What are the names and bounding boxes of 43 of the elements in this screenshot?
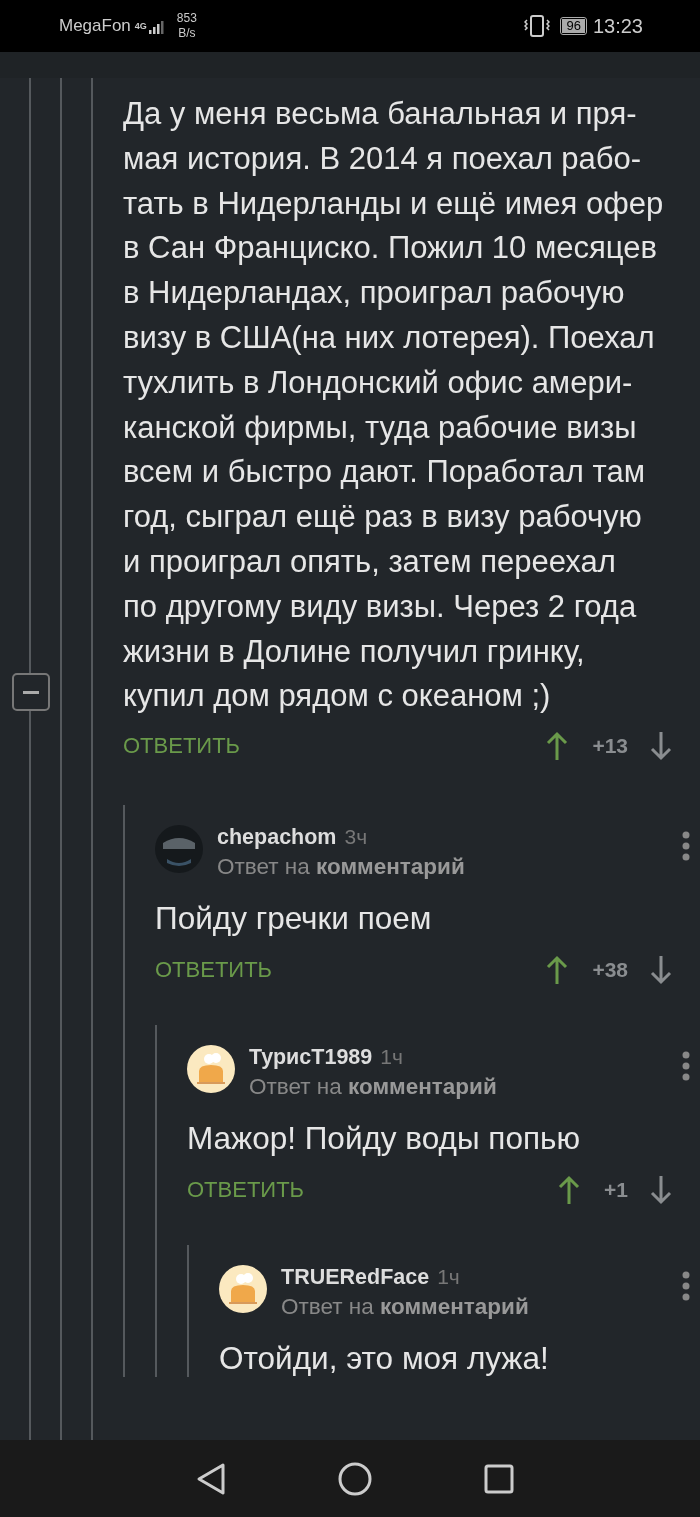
- upvote-icon[interactable]: [558, 1175, 581, 1206]
- signal-icon: [148, 18, 167, 34]
- upvote-icon[interactable]: [546, 955, 569, 986]
- collapse-button[interactable]: [12, 673, 50, 711]
- reply-to-text: Ответ на комментарий: [281, 1294, 530, 1321]
- rating-count: +38: [592, 958, 628, 983]
- upvote-icon[interactable]: [546, 731, 569, 762]
- avatar-icon: [155, 825, 203, 874]
- home-icon[interactable]: [338, 1461, 372, 1496]
- reply-link[interactable]: ОТВЕТИТЬ: [155, 957, 273, 984]
- reply-to-text: Ответ на комментарий: [217, 854, 466, 881]
- battery-icon: 96: [560, 17, 587, 35]
- comment-time: 1ч: [380, 1045, 403, 1069]
- comment-time: 3ч: [344, 825, 368, 849]
- comment-text: Мажор! Пойду воды попью: [187, 1120, 581, 1158]
- username[interactable]: ТурисТ1989: [249, 1045, 373, 1070]
- network-type: 4G: [134, 21, 147, 31]
- more-menu-icon[interactable]: [682, 831, 690, 862]
- username[interactable]: TRUERedFace: [281, 1265, 430, 1290]
- reply-link[interactable]: ОТВЕТИТЬ: [187, 1177, 305, 1204]
- reply-link[interactable]: ОТВЕТИТЬ: [123, 733, 241, 760]
- downvote-icon[interactable]: [650, 731, 672, 762]
- comment-text: Да у меня весьма банальная и пря- мая история. В 2014 я поехал рабо- тать в Нидерланды и ещё имея офер в Сан Франциско. Пожил 10 месяцев в Нидерландах, проиграл рабочую визу в США(на них лотерея). Поехал тухлить в Лондонский офис амери- канской фирмы, туда рабочие визы всем и быстро дают. Поработал там год, сыграл ещё раз в визу рабочую и проиграл опять, затем переехал по другому виду визы. Через 2 года жизни в Долине получил гринку, купил дом рядом с океаном ;): [123, 95, 665, 716]
- clock-time: 13:23: [592, 14, 643, 38]
- more-menu-icon[interactable]: [682, 1051, 690, 1082]
- avatar-icon: [219, 1265, 267, 1314]
- comment-time: 1ч: [437, 1265, 460, 1289]
- username[interactable]: chepachom: [217, 825, 337, 850]
- back-icon[interactable]: [196, 1461, 226, 1496]
- comment-text: Отойди, это моя лужа!: [219, 1340, 550, 1378]
- avatar-icon: [187, 1045, 235, 1094]
- speed-value: 853: [176, 11, 197, 26]
- carrier-name: MegaFon: [59, 16, 131, 36]
- reply-to-text: Ответ на комментарий: [249, 1074, 498, 1101]
- downvote-icon[interactable]: [650, 1175, 672, 1206]
- comment-text: Пойду гречки поем: [155, 900, 433, 938]
- recents-icon[interactable]: [484, 1463, 514, 1494]
- speed-unit: B/s: [177, 26, 197, 41]
- vibrate-icon: [524, 15, 551, 37]
- rating-count: +13: [592, 734, 628, 759]
- more-menu-icon[interactable]: [682, 1271, 690, 1302]
- downvote-icon[interactable]: [650, 955, 672, 986]
- rating-count: +1: [604, 1178, 628, 1203]
